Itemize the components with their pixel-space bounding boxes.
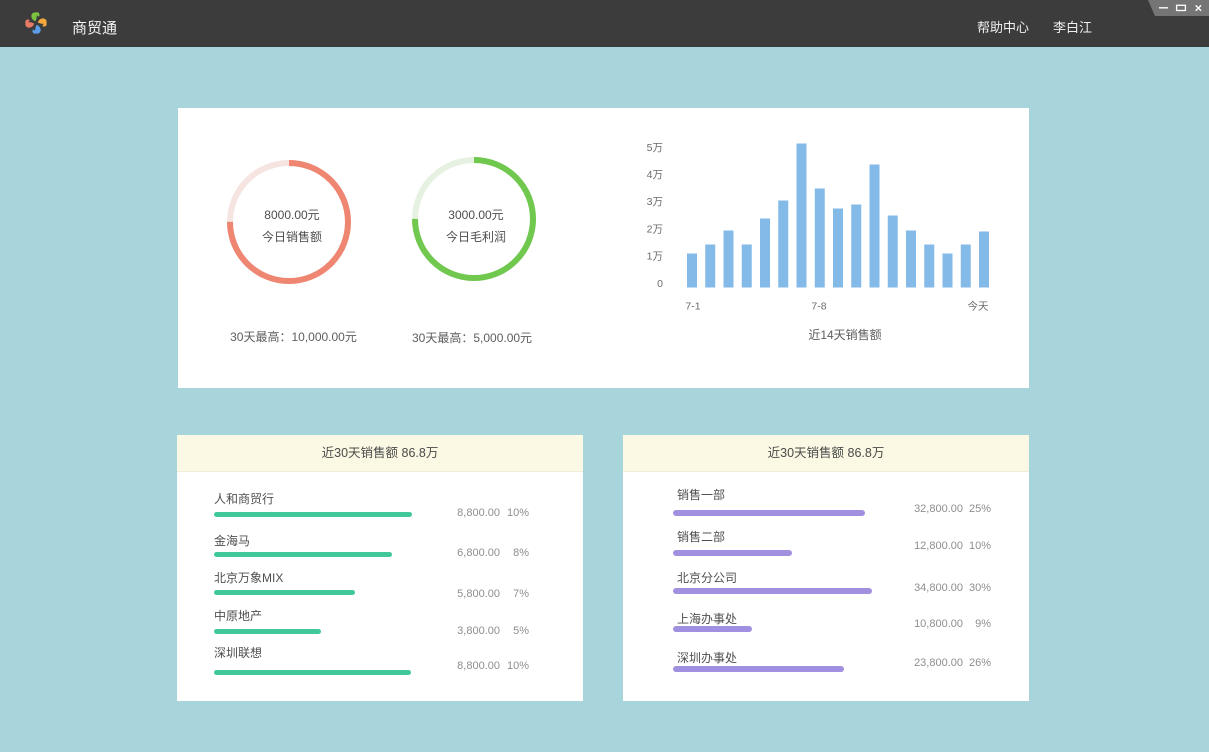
svg-text:2万: 2万 [647, 223, 663, 235]
svg-text:7-1: 7-1 [685, 300, 700, 312]
svg-text:今天: 今天 [968, 299, 989, 312]
svg-text:4万: 4万 [647, 169, 663, 181]
svg-text:7-8: 7-8 [811, 300, 826, 312]
svg-text:0: 0 [657, 278, 663, 290]
svg-text:1万: 1万 [647, 251, 663, 263]
svg-text:3万: 3万 [647, 196, 663, 208]
svg-text:5万: 5万 [647, 142, 663, 154]
